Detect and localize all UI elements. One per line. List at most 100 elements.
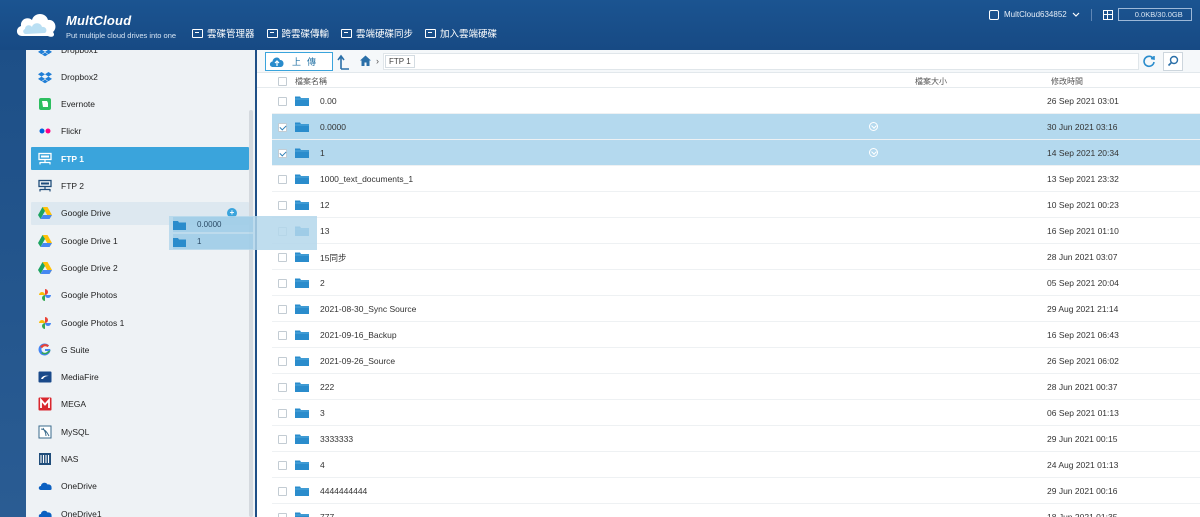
file-name[interactable]: 3 <box>320 408 325 418</box>
sidebar-item-ftp-1[interactable]: FTP 1 <box>31 147 249 171</box>
left-background-strip <box>0 50 26 517</box>
sidebar-item-onedrive1[interactable]: OneDrive1 <box>31 502 249 517</box>
file-name[interactable]: 222 <box>320 382 334 392</box>
file-name[interactable]: 2021-09-26_Source <box>320 356 395 366</box>
table-row[interactable]: 1 14 Sep 2021 20:34 <box>272 140 1200 166</box>
sidebar-item-g-suite[interactable]: G Suite <box>31 338 249 361</box>
file-name[interactable]: 4 <box>320 460 325 470</box>
sidebar-item-mega[interactable]: MEGA <box>31 393 249 416</box>
file-name[interactable]: 4444444444 <box>320 486 367 496</box>
row-options-icon[interactable] <box>869 122 878 131</box>
multcloud-logo-icon[interactable] <box>14 8 58 40</box>
file-date: 18 Jun 2021 01:35 <box>1047 512 1118 517</box>
sidebar-item-flickr[interactable]: Flickr <box>31 120 249 143</box>
file-name[interactable]: 2021-08-30_Sync Source <box>320 304 416 314</box>
upload-button[interactable]: 上傳 <box>265 52 333 71</box>
row-checkbox[interactable] <box>278 123 287 132</box>
row-checkbox[interactable] <box>278 97 287 106</box>
table-row[interactable]: 0.0000 30 Jun 2021 03:16 <box>272 114 1200 140</box>
cloud-manager-icon <box>192 28 203 38</box>
file-name[interactable]: 0.0000 <box>320 122 346 132</box>
sidebar-item-mediafire[interactable]: MediaFire <box>31 366 249 389</box>
row-checkbox[interactable] <box>278 175 287 184</box>
select-all-checkbox[interactable] <box>278 77 287 86</box>
nav-cloud-manager[interactable]: 雲碟管理器 <box>192 26 255 40</box>
table-row[interactable]: 12 10 Sep 2021 00:23 <box>272 192 1200 218</box>
go-up-icon[interactable] <box>337 53 351 70</box>
search-button[interactable] <box>1163 52 1183 71</box>
sidebar-item-google-photos[interactable]: Google Photos <box>31 284 249 307</box>
file-name[interactable]: 13 <box>320 226 329 236</box>
file-name[interactable]: 1000_text_documents_1 <box>320 174 413 184</box>
storage-icon <box>1102 9 1113 20</box>
row-checkbox[interactable] <box>278 435 287 444</box>
row-checkbox[interactable] <box>278 201 287 210</box>
file-name[interactable]: 2 <box>320 278 325 288</box>
row-checkbox[interactable] <box>278 487 287 496</box>
table-row[interactable]: 4444444444 29 Jun 2021 00:16 <box>272 478 1200 504</box>
file-name[interactable]: 3333333 <box>320 434 353 444</box>
row-checkbox[interactable] <box>278 305 287 314</box>
chevron-down-icon[interactable] <box>1072 12 1080 18</box>
column-date[interactable]: 修改時間 <box>1051 76 1083 87</box>
refresh-icon[interactable] <box>1142 54 1156 68</box>
file-name[interactable]: 15同步 <box>320 252 346 264</box>
table-row[interactable]: 3 06 Sep 2021 01:13 <box>272 400 1200 426</box>
file-name[interactable]: 0.00 <box>320 96 337 106</box>
file-name[interactable]: 1 <box>320 148 325 158</box>
table-row[interactable]: 3333333 29 Jun 2021 00:15 <box>272 426 1200 452</box>
table-row[interactable]: 1000_text_documents_1 13 Sep 2021 23:32 <box>272 166 1200 192</box>
table-row[interactable]: 222 28 Jun 2021 00:37 <box>272 374 1200 400</box>
folder-icon <box>295 460 309 470</box>
sidebar-item-label: MySQL <box>61 426 90 437</box>
sidebar-item-onedrive[interactable]: OneDrive <box>31 475 249 498</box>
table-row[interactable]: 15同步 28 Jun 2021 03:07 <box>272 244 1200 270</box>
nav-cloud-transfer[interactable]: 跨雲碟傳輸 <box>266 26 329 40</box>
sidebar-item-dropbox2[interactable]: Dropbox2 <box>31 65 249 88</box>
row-checkbox[interactable] <box>278 279 287 288</box>
row-options-icon[interactable] <box>869 148 878 157</box>
sidebar-item-mysql[interactable]: MySQL <box>31 420 249 443</box>
file-date: 29 Jun 2021 00:15 <box>1047 434 1118 444</box>
table-row[interactable]: 2021-09-26_Source 26 Sep 2021 06:02 <box>272 348 1200 374</box>
sidebar-item-label: OneDrive <box>61 481 97 492</box>
table-row[interactable]: 13 16 Sep 2021 01:10 <box>272 218 1200 244</box>
nav-add-cloud[interactable]: 加入雲端硬碟 <box>425 26 497 40</box>
table-row[interactable]: 0.00 26 Sep 2021 03:01 <box>272 88 1200 114</box>
sidebar-item-evernote[interactable]: Evernote <box>31 93 249 116</box>
sidebar-item-nas[interactable]: NAS <box>31 448 249 471</box>
table-row[interactable]: 2 05 Sep 2021 20:04 <box>272 270 1200 296</box>
file-name[interactable]: 777 <box>320 512 334 517</box>
row-checkbox[interactable] <box>278 409 287 418</box>
table-row[interactable]: 2021-09-16_Backup 16 Sep 2021 06:43 <box>272 322 1200 348</box>
user-icon <box>989 9 999 20</box>
sidebar-item-google-drive-2[interactable]: Google Drive 2 <box>31 256 249 279</box>
row-checkbox[interactable] <box>278 331 287 340</box>
account-username[interactable]: MultCloud634852 <box>1004 10 1067 19</box>
row-checkbox[interactable] <box>278 383 287 392</box>
sidebar-scrollbar[interactable] <box>249 110 253 517</box>
divider <box>1090 8 1092 21</box>
upload-label: 上傳 <box>292 57 323 67</box>
folder-icon <box>295 356 309 366</box>
flickr-icon <box>38 124 52 138</box>
file-name[interactable]: 2021-09-16_Backup <box>320 330 397 340</box>
column-name[interactable]: 檔案名稱 <box>295 76 327 87</box>
column-size[interactable]: 檔案大小 <box>915 76 947 87</box>
sidebar-item-google-photos-1[interactable]: Google Photos 1 <box>31 311 249 334</box>
row-checkbox[interactable] <box>278 357 287 366</box>
row-checkbox[interactable] <box>278 149 287 158</box>
sidebar-item-ftp-2[interactable]: FTP 2 <box>31 175 249 198</box>
nav-cloud-sync[interactable]: 雲端硬碟同步 <box>341 26 413 40</box>
file-date: 06 Sep 2021 01:13 <box>1047 408 1119 418</box>
row-checkbox[interactable] <box>278 461 287 470</box>
row-checkbox[interactable] <box>278 513 287 517</box>
file-name[interactable]: 12 <box>320 200 329 210</box>
row-checkbox[interactable] <box>278 253 287 262</box>
table-row[interactable]: 777 18 Jun 2021 01:35 <box>272 504 1200 517</box>
home-icon[interactable] <box>359 54 372 67</box>
table-row[interactable]: 4 24 Aug 2021 01:13 <box>272 452 1200 478</box>
table-row[interactable]: 2021-08-30_Sync Source 29 Aug 2021 21:14 <box>272 296 1200 322</box>
sidebar-item-dropbox1[interactable]: Dropbox1 <box>31 50 249 61</box>
breadcrumb[interactable]: FTP 1 <box>385 55 415 68</box>
